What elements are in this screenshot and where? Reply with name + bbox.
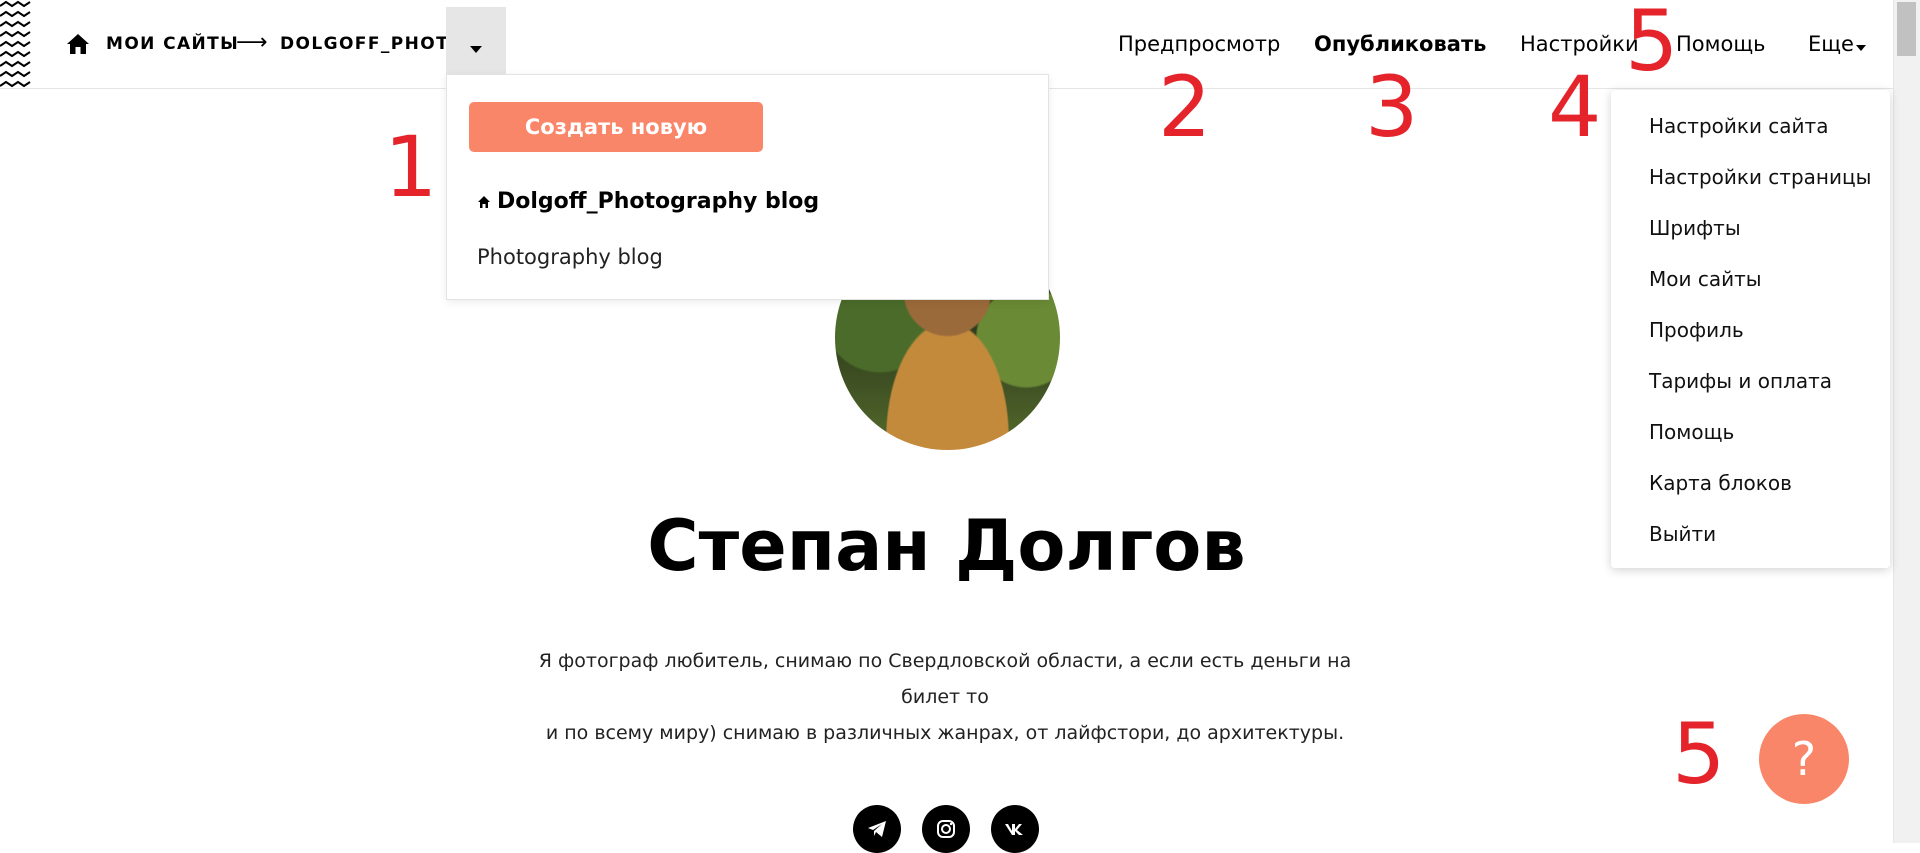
- profile-name: Степан Долгов: [647, 505, 1246, 587]
- preview-link[interactable]: Предпросмотр: [1118, 32, 1280, 56]
- profile-bio: Я фотограф любитель, снимаю по Свердловс…: [520, 643, 1370, 751]
- annotation-number: 4: [1548, 58, 1602, 156]
- pages-dropdown-toggle[interactable]: [446, 7, 506, 74]
- bio-line: и по всему миру) снимаю в различных жанр…: [545, 722, 1345, 744]
- menu-item-block-map[interactable]: Карта блоков: [1649, 471, 1792, 495]
- help-button[interactable]: ?: [1759, 714, 1849, 804]
- publish-link[interactable]: Опубликовать: [1314, 32, 1486, 56]
- annotation-number: 1: [384, 118, 438, 216]
- menu-item-logout[interactable]: Выйти: [1649, 522, 1716, 546]
- help-link[interactable]: Помощь: [1676, 32, 1766, 56]
- menu-item-billing[interactable]: Тарифы и оплата: [1649, 369, 1832, 393]
- page-item-home[interactable]: Dolgoff_Photography blog: [497, 189, 819, 214]
- menu-item-help[interactable]: Помощь: [1649, 420, 1734, 444]
- annotation-number: 2: [1158, 58, 1212, 156]
- page-item[interactable]: Photography blog: [477, 245, 663, 269]
- zigzag-pattern-icon: [0, 0, 31, 88]
- annotation-number: 5: [1672, 705, 1726, 803]
- menu-item-profile[interactable]: Профиль: [1649, 318, 1744, 342]
- annotation-number: 5: [1625, 0, 1679, 90]
- menu-item-site-settings[interactable]: Настройки сайта: [1649, 114, 1828, 138]
- instagram-icon[interactable]: [922, 805, 970, 853]
- vk-icon[interactable]: [991, 805, 1039, 853]
- more-chevron-down-icon: [1856, 45, 1866, 51]
- scrollbar-track[interactable]: [1893, 0, 1920, 843]
- menu-item-page-settings[interactable]: Настройки страницы: [1649, 165, 1871, 189]
- telegram-icon[interactable]: [853, 805, 901, 853]
- create-page-button[interactable]: Создать новую страницу: [469, 102, 763, 189]
- more-dropdown: Настройки сайта Настройки страницы Шрифт…: [1611, 90, 1890, 568]
- menu-item-my-sites[interactable]: Мои сайты: [1649, 267, 1762, 291]
- chevron-down-icon: [470, 46, 482, 53]
- bio-line: Я фотограф любитель, снимаю по Свердловс…: [538, 650, 1352, 708]
- breadcrumb-separator: ⟶: [236, 30, 268, 55]
- home-icon[interactable]: [66, 33, 90, 55]
- settings-link[interactable]: Настройки: [1520, 32, 1639, 56]
- breadcrumb-my-sites[interactable]: МОИ САЙТЫ: [106, 34, 239, 54]
- annotation-number: 3: [1365, 58, 1419, 156]
- menu-item-fonts[interactable]: Шрифты: [1649, 216, 1741, 240]
- pages-dropdown: Создать новую страницу Dolgoff_Photograp…: [446, 74, 1049, 300]
- more-menu-toggle[interactable]: Еще: [1808, 32, 1854, 56]
- breadcrumb-current-site[interactable]: DOLGOFF_PHOTO: [280, 34, 465, 54]
- home-page-icon: [478, 196, 490, 208]
- scrollbar-thumb[interactable]: [1897, 2, 1916, 56]
